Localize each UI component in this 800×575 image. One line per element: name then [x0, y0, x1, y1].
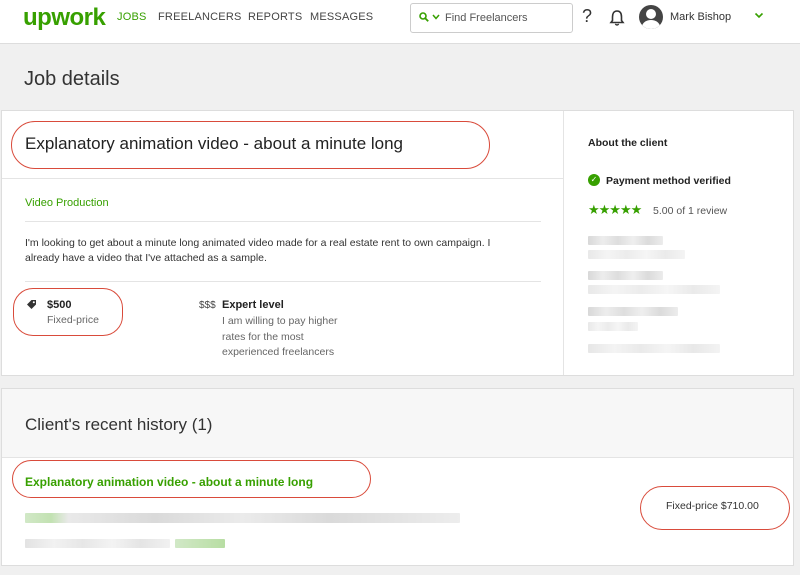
tag-icon: [26, 297, 37, 309]
help-icon[interactable]: ?: [582, 6, 592, 27]
upwork-logo[interactable]: upwork: [23, 4, 106, 32]
experience-level: Expert level: [222, 299, 284, 311]
page-title: Job details: [24, 68, 120, 90]
redacted-text: [588, 307, 678, 316]
nav-messages[interactable]: MESSAGES: [310, 11, 373, 23]
redacted-text: [588, 250, 685, 259]
history-job-price: Fixed-price $710.00: [666, 500, 759, 512]
job-title: Explanatory animation video - about a mi…: [25, 134, 404, 153]
history-job-link[interactable]: Explanatory animation video - about a mi…: [25, 475, 313, 489]
bell-icon[interactable]: [609, 9, 625, 27]
redacted-text: [588, 344, 720, 353]
chevron-down-icon[interactable]: [432, 12, 440, 22]
redacted-text: [588, 271, 663, 280]
dollar-level-icon: $$$: [199, 300, 216, 311]
client-panel: About the client ✓ Payment method verifi…: [565, 111, 794, 375]
experience-level-description: I am willing to pay higher rates for the…: [222, 315, 338, 358]
star-rating-icon: ★★★★★: [588, 202, 642, 217]
redacted-text: [588, 322, 638, 331]
job-main-panel: Explanatory animation video - about a mi…: [2, 111, 564, 375]
history-card: Client's recent history (1) Explanatory …: [1, 388, 794, 566]
payment-verified: Payment method verified: [606, 175, 731, 187]
job-card: Explanatory animation video - about a mi…: [1, 110, 794, 376]
redacted-text: [175, 539, 225, 548]
redacted-text: [25, 539, 170, 548]
chevron-down-icon[interactable]: [754, 10, 764, 22]
check-circle-icon: ✓: [588, 174, 600, 186]
nav-jobs[interactable]: JOBS: [117, 11, 147, 23]
job-description: I'm looking to get about a minute long a…: [25, 237, 491, 264]
redacted-text: [25, 513, 460, 523]
client-heading: About the client: [588, 137, 668, 149]
job-price-type: Fixed-price: [47, 314, 99, 326]
user-name[interactable]: Mark Bishop: [670, 11, 731, 23]
job-price: $500: [47, 299, 72, 311]
divider: [25, 281, 541, 282]
search-input[interactable]: [445, 10, 565, 26]
avatar[interactable]: [639, 5, 663, 29]
divider: [2, 178, 564, 179]
redacted-text: [588, 285, 720, 294]
search-box[interactable]: [410, 3, 573, 33]
divider: [25, 221, 541, 222]
redacted-text: [588, 236, 663, 245]
job-category[interactable]: Video Production: [25, 197, 109, 209]
search-icon[interactable]: [419, 12, 429, 25]
nav-reports[interactable]: REPORTS: [248, 11, 302, 23]
history-title: Client's recent history (1): [25, 415, 213, 434]
client-rating: 5.00 of 1 review: [653, 205, 728, 217]
top-nav: upwork JOBS FREELANCERS REPORTS MESSAGES…: [0, 0, 800, 44]
nav-freelancers[interactable]: FREELANCERS: [158, 11, 242, 23]
